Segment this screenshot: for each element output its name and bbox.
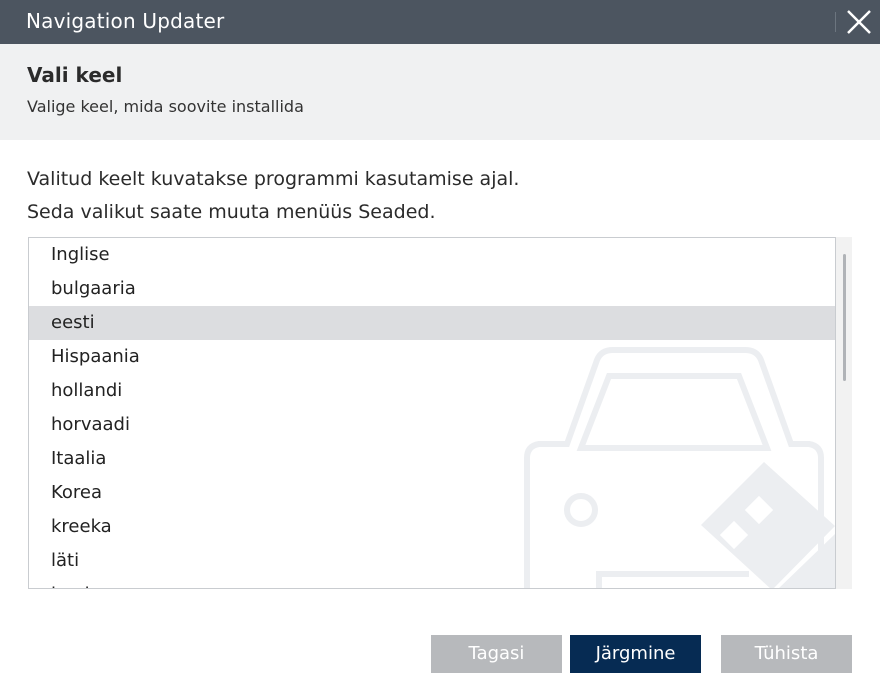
- language-item[interactable]: horvaadi: [29, 408, 835, 442]
- language-item[interactable]: hollandi: [29, 374, 835, 408]
- language-item[interactable]: kreeka: [29, 510, 835, 544]
- title-separator: [835, 12, 836, 32]
- next-button[interactable]: Järgmine: [570, 635, 701, 673]
- close-icon: [847, 10, 871, 34]
- step-subtitle: Valige keel, mida soovite installida: [27, 97, 304, 116]
- title-bar: Navigation Updater: [0, 0, 880, 44]
- language-item[interactable]: leedu: [29, 578, 835, 588]
- language-item[interactable]: Hispaania: [29, 340, 835, 374]
- description-line-2: Seda valikut saate muuta menüüs Seaded.: [27, 201, 436, 223]
- window-title: Navigation Updater: [26, 9, 225, 33]
- language-item-selected[interactable]: eesti: [29, 306, 835, 340]
- language-item[interactable]: Korea: [29, 476, 835, 510]
- language-item[interactable]: bulgaaria: [29, 272, 835, 306]
- step-header: Vali keel Valige keel, mida soovite inst…: [0, 44, 880, 140]
- language-item[interactable]: Itaalia: [29, 442, 835, 476]
- step-title: Vali keel: [27, 63, 123, 87]
- back-button[interactable]: Tagasi: [431, 635, 562, 673]
- language-item[interactable]: läti: [29, 544, 835, 578]
- list-scrollbar[interactable]: [836, 237, 852, 589]
- scrollbar-thumb[interactable]: [843, 254, 846, 381]
- language-listbox[interactable]: Inglise bulgaaria eesti Hispaania hollan…: [28, 237, 836, 589]
- cancel-button[interactable]: Tühista: [721, 635, 852, 673]
- close-button[interactable]: [843, 6, 875, 38]
- language-item[interactable]: Inglise: [29, 238, 835, 272]
- description-line-1: Valitud keelt kuvatakse programmi kasuta…: [27, 168, 520, 190]
